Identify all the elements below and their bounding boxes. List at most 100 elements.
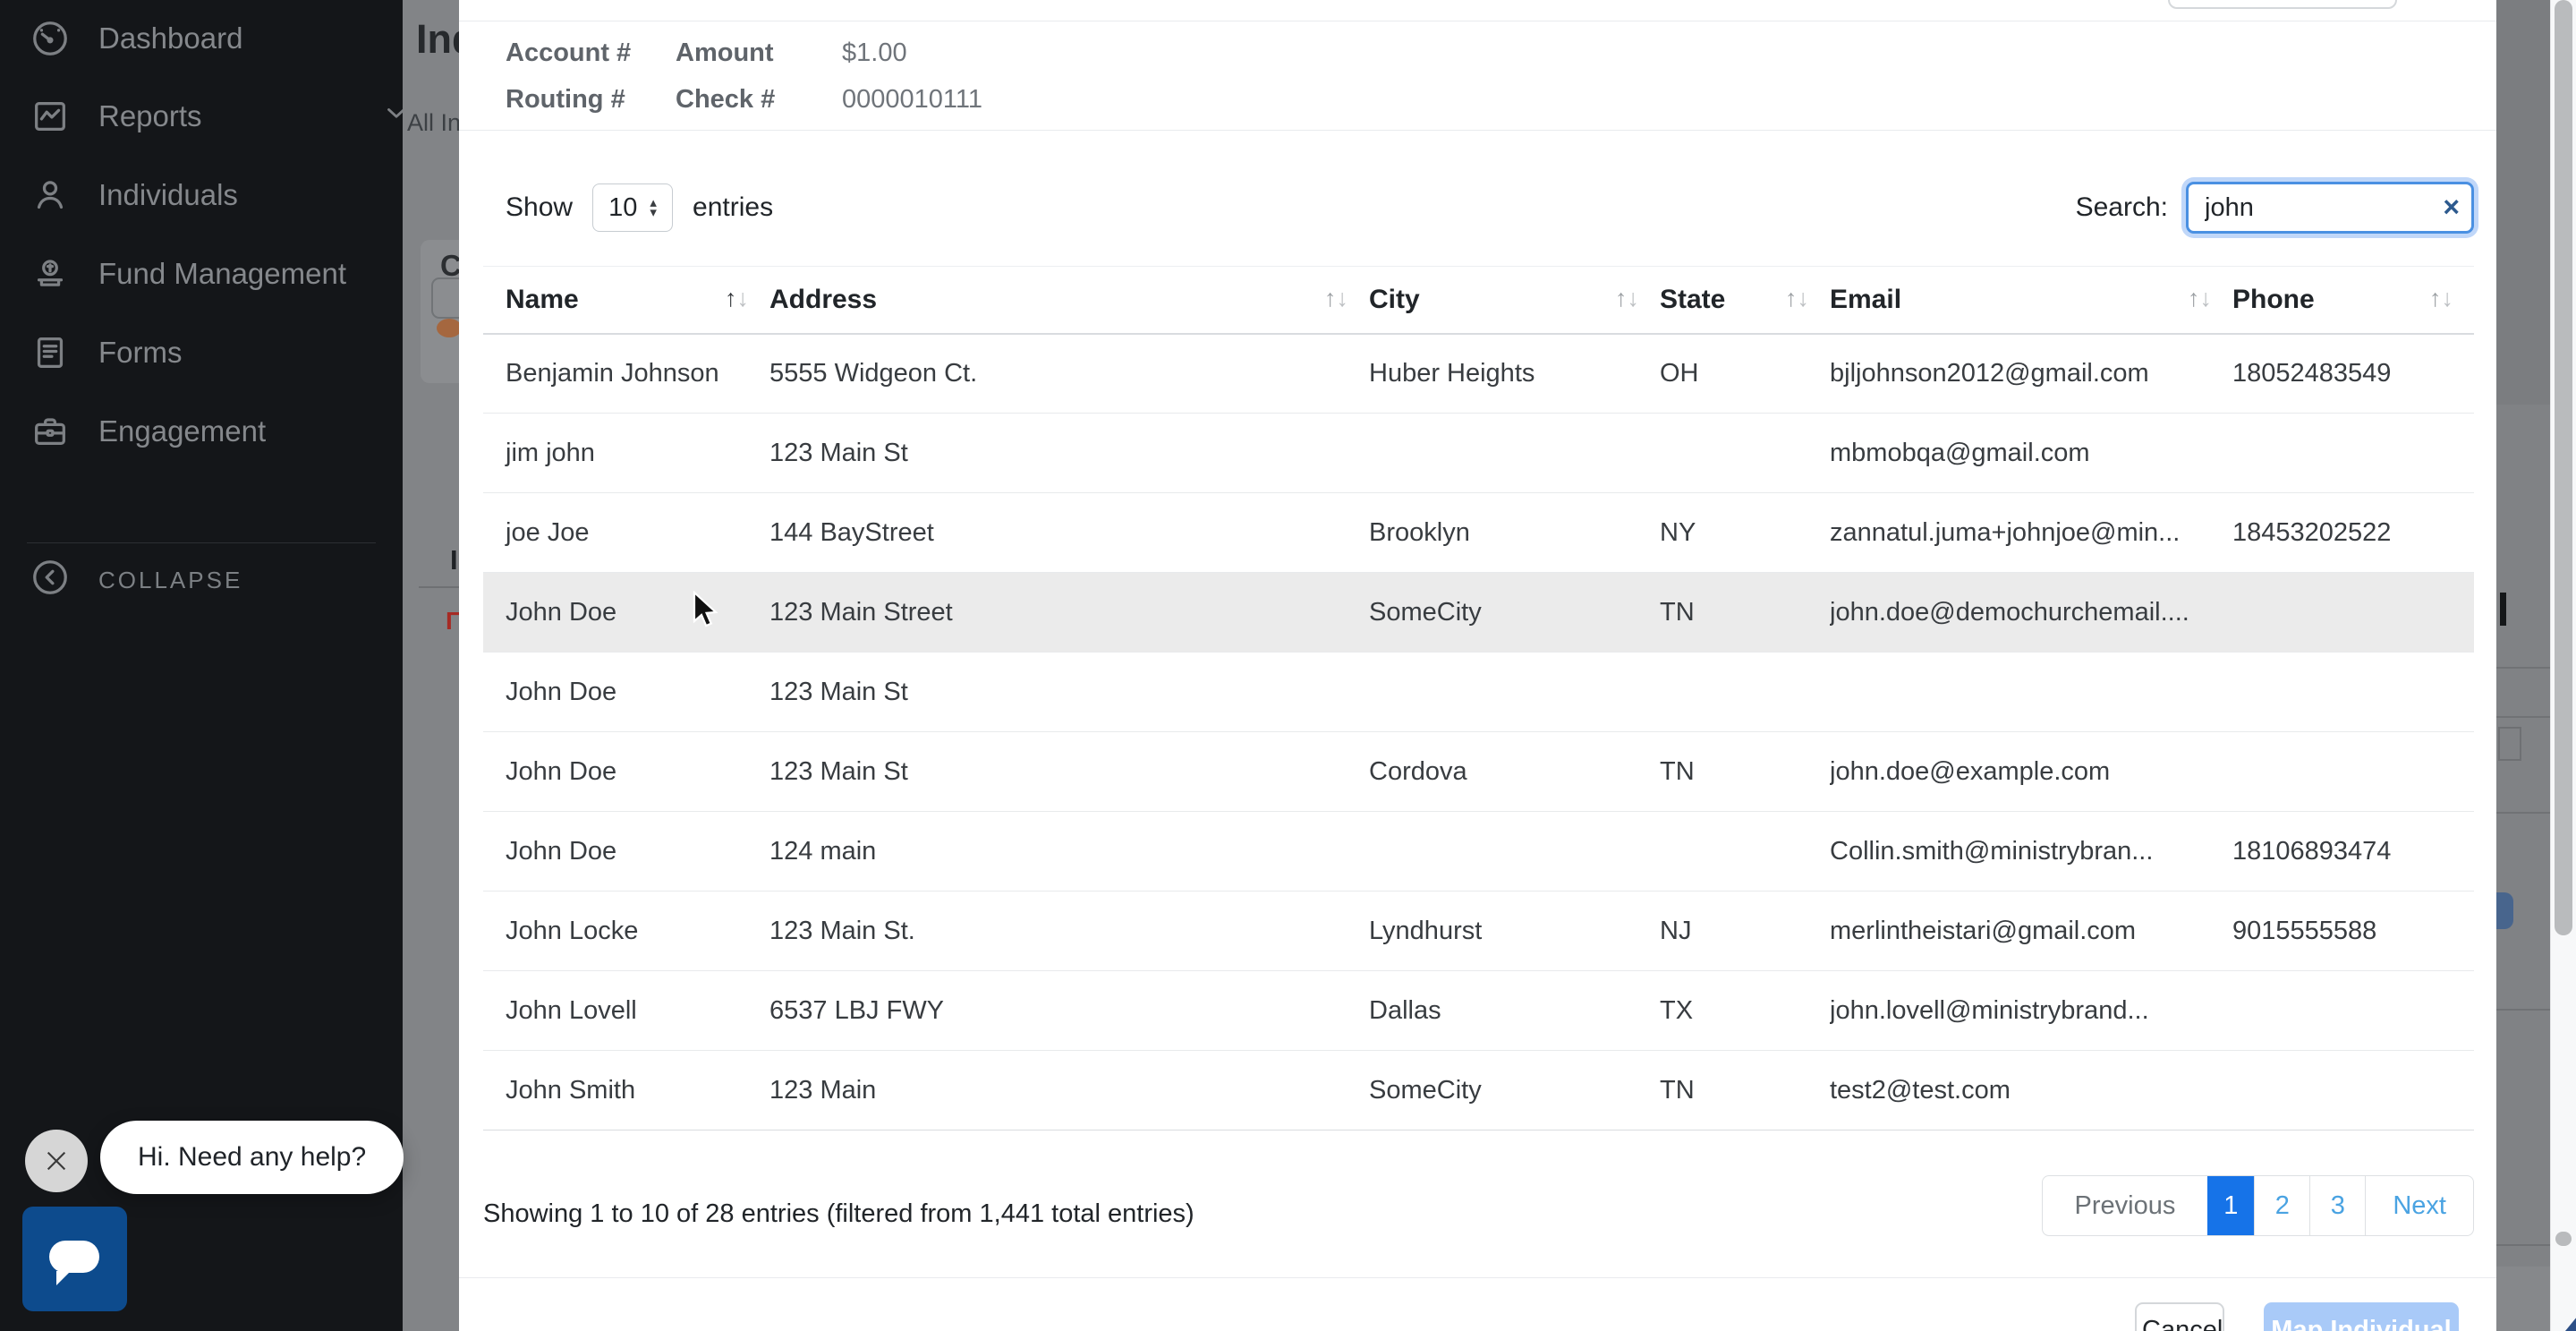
cell-address: 123 Main St. [769, 892, 1369, 971]
background-blue-button-fragment [2496, 892, 2513, 929]
cell-address: 123 Main Street [769, 573, 1369, 653]
cell-state [1660, 414, 1830, 493]
cell-state: TN [1660, 1051, 1830, 1130]
search-label: Search: [2076, 192, 2168, 223]
close-icon [42, 1147, 71, 1175]
pagination-next[interactable]: Next [2365, 1176, 2473, 1235]
cell-address: 123 Main St [769, 732, 1369, 812]
sidebar-item-label: Forms [98, 336, 183, 370]
table-row[interactable]: Benjamin Johnson5555 Widgeon Ct.Huber He… [483, 334, 2474, 414]
column-header-phone[interactable]: Phone↑↓ [2232, 267, 2474, 334]
cell-phone: 18052483549 [2232, 334, 2474, 414]
app-screen: Dashboard Reports Individuals Fund Manageme… [0, 0, 2576, 1331]
table-row[interactable]: joe Joe144 BayStreetBrooklynNYzannatul.j… [483, 493, 2474, 573]
person-icon [30, 175, 71, 216]
table-summary: Showing 1 to 10 of 28 entries (filtered … [483, 1199, 1194, 1229]
column-header-label: Address [769, 285, 877, 314]
table-row[interactable]: John Smith123 MainSomeCityTNtest2@test.c… [483, 1051, 2474, 1130]
search-group: Search: × [2076, 182, 2474, 234]
chat-dismiss-button[interactable] [25, 1130, 88, 1192]
sidebar-collapse-button[interactable]: COLLAPSE [30, 555, 242, 605]
background-band [2496, 0, 2550, 405]
sidebar-item-forms[interactable]: Forms [30, 327, 183, 379]
cell-state: NJ [1660, 892, 1830, 971]
cell-address: 5555 Widgeon Ct. [769, 334, 1369, 414]
cell-name: joe Joe [483, 493, 769, 573]
cell-address: 123 Main [769, 1051, 1369, 1130]
column-header-address[interactable]: Address↑↓ [769, 267, 1369, 334]
table-row[interactable]: John Doe123 Main StreetSomeCityTNjohn.do… [483, 573, 2474, 653]
sidebar-item-label: Individuals [98, 178, 238, 212]
cell-name: John Lovell [483, 971, 769, 1051]
cell-state: OH [1660, 334, 1830, 414]
sort-icon: ↑↓ [2429, 285, 2447, 312]
check-number-value: 0000010111 [842, 81, 982, 118]
table-body: Benjamin Johnson5555 Widgeon Ct.Huber He… [483, 334, 2474, 1130]
cancel-button[interactable]: Cancel [2135, 1302, 2224, 1331]
cell-email: john.lovell@ministrybrand... [1830, 971, 2232, 1051]
background-row-line [2496, 1244, 2550, 1246]
page-scrollbar[interactable] [2550, 0, 2576, 1331]
page-size-select[interactable]: 10 ▴▾ [592, 183, 673, 232]
sidebar-item-fund-management[interactable]: Fund Management [30, 248, 346, 300]
table-row[interactable]: John Lovell6537 LBJ FWYDallasTXjohn.love… [483, 971, 2474, 1051]
cell-city [1369, 812, 1660, 892]
pagination-page-1[interactable]: 1 [2207, 1176, 2254, 1235]
modal-header-button-cutoff[interactable] [2168, 0, 2397, 9]
cell-city [1369, 414, 1660, 493]
page-size-value: 10 [608, 193, 637, 223]
scrollbar-thumb[interactable] [2555, 0, 2572, 935]
sidebar-item-label: Engagement [98, 414, 266, 448]
sidebar-item-individuals[interactable]: Individuals [30, 169, 238, 221]
cell-name: John Locke [483, 892, 769, 971]
briefcase-icon [30, 411, 71, 452]
amount-label: Amount [676, 34, 842, 72]
sidebar-item-engagement[interactable]: Engagement [30, 405, 266, 457]
background-page-subtitle: All In [407, 109, 459, 137]
column-header-email[interactable]: Email↑↓ [1830, 267, 2232, 334]
table-row[interactable]: John Doe123 Main StCordovaTNjohn.doe@exa… [483, 732, 2474, 812]
cell-email: mbmobqa@gmail.com [1830, 414, 2232, 493]
search-input[interactable] [2186, 182, 2474, 234]
cell-city: Brooklyn [1369, 493, 1660, 573]
sidebar-item-reports[interactable]: Reports [30, 90, 202, 142]
cell-email: zannatul.juma+johnjoe@min... [1830, 493, 2232, 573]
cell-state [1660, 812, 1830, 892]
cell-email: john.doe@example.com [1830, 732, 2232, 812]
clear-search-icon[interactable]: × [2443, 191, 2460, 224]
cell-city [1369, 653, 1660, 732]
chat-tooltip[interactable]: Hi. Need any help? [100, 1121, 404, 1194]
pagination-page-2[interactable]: 2 [2254, 1176, 2309, 1235]
table-row[interactable]: jim john123 Main Stmbmobqa@gmail.com [483, 414, 2474, 493]
column-header-state[interactable]: State↑↓ [1660, 267, 1830, 334]
column-header-label: Name [506, 285, 579, 314]
background-row-line [2496, 1009, 2550, 1011]
table-row[interactable]: John Locke123 Main St.LyndhurstNJmerlint… [483, 892, 2474, 971]
map-individual-button[interactable]: Map Individual [2264, 1302, 2459, 1331]
background-card-fragment: C [421, 240, 459, 383]
cell-address: 124 main [769, 812, 1369, 892]
dimmed-page-strip-right [2496, 0, 2550, 1331]
background-box-fragment [2498, 727, 2521, 761]
table-row[interactable]: John Doe124 mainCollin.smith@ministrybra… [483, 812, 2474, 892]
table-row[interactable]: John Doe123 Main St [483, 653, 2474, 732]
sidebar-item-dashboard[interactable]: Dashboard [30, 13, 242, 64]
cell-name: John Smith [483, 1051, 769, 1130]
column-header-city[interactable]: City↑↓ [1369, 267, 1660, 334]
sort-icon: ↑↓ [1615, 285, 1633, 312]
column-header-name[interactable]: Name↑↓ [483, 267, 769, 334]
background-orange-dot [437, 319, 459, 337]
reports-icon [30, 96, 71, 137]
chat-launcher-button[interactable] [22, 1207, 127, 1311]
cell-state: TN [1660, 732, 1830, 812]
background-red-fragment: Γ [446, 607, 459, 636]
cell-state: TN [1660, 573, 1830, 653]
fund-icon [30, 253, 71, 294]
cell-phone [2232, 971, 2474, 1051]
check-details: Account # Amount $1.00 Routing # Check #… [506, 34, 982, 118]
amount-value: $1.00 [842, 34, 982, 72]
cell-phone: 18453202522 [2232, 493, 2474, 573]
map-individual-modal: Account # Amount $1.00 Routing # Check #… [459, 0, 2496, 1331]
pagination-previous[interactable]: Previous [2043, 1176, 2208, 1235]
pagination-page-3[interactable]: 3 [2309, 1176, 2365, 1235]
